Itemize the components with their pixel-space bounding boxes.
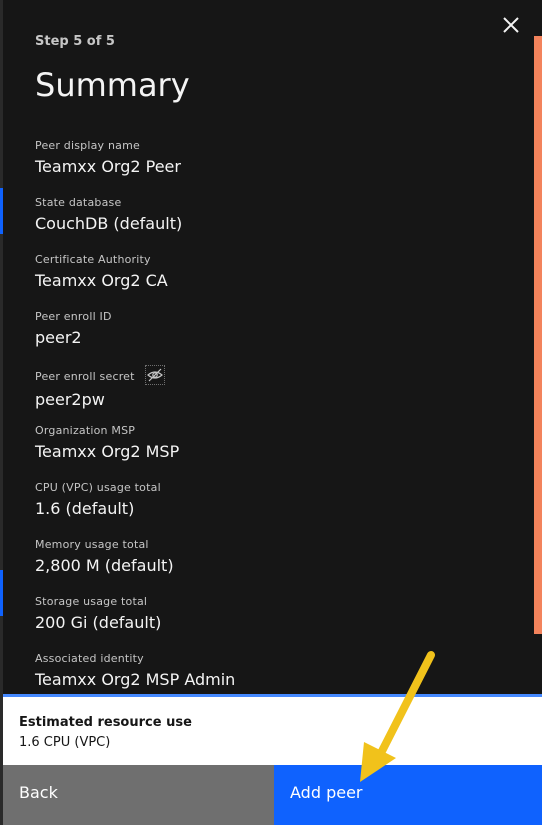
field-value: Teamxx Org2 MSP xyxy=(35,442,180,461)
field-cpu-usage: CPU (VPC) usage total 1.6 (default) xyxy=(35,481,161,518)
field-label: CPU (VPC) usage total xyxy=(35,481,161,494)
field-value: Teamxx Org2 CA xyxy=(35,271,168,290)
field-associated-identity: Associated identity Teamxx Org2 MSP Admi… xyxy=(35,652,235,689)
field-value: 200 Gi (default) xyxy=(35,613,162,632)
field-peer-enroll-id: Peer enroll ID peer2 xyxy=(35,310,112,347)
field-label: Storage usage total xyxy=(35,595,148,608)
estimate-value: 1.6 CPU (VPC) xyxy=(19,735,111,750)
field-value: Teamxx Org2 MSP Admin xyxy=(35,670,236,689)
scrollbar-thumb[interactable] xyxy=(534,36,542,634)
field-label: Peer enroll secret xyxy=(35,365,165,387)
field-value: peer2 xyxy=(35,328,82,347)
field-value: peer2pw xyxy=(35,390,105,409)
add-peer-button[interactable]: Add peer xyxy=(274,765,542,825)
field-label: Organization MSP xyxy=(35,424,136,437)
field-label-text: Peer enroll secret xyxy=(35,370,135,383)
page-title: Summary xyxy=(35,66,190,104)
eye-slash-icon xyxy=(146,368,163,382)
field-value: CouchDB (default) xyxy=(35,214,183,233)
estimated-resource-panel: Estimated resource use 1.6 CPU (VPC) xyxy=(3,694,542,765)
field-value: 1.6 (default) xyxy=(35,499,135,518)
field-peer-enroll-secret: Peer enroll secret peer2pw xyxy=(35,365,165,409)
estimate-title: Estimated resource use xyxy=(19,715,192,730)
close-button[interactable] xyxy=(496,10,526,40)
field-state-database: State database CouchDB (default) xyxy=(35,196,182,233)
field-certificate-authority: Certificate Authority Teamxx Org2 CA xyxy=(35,253,168,290)
back-button[interactable]: Back xyxy=(3,765,274,825)
step-indicator: Step 5 of 5 xyxy=(35,34,115,49)
field-label: Peer display name xyxy=(35,139,140,152)
field-value: 2,800 M (default) xyxy=(35,556,174,575)
toggle-secret-visibility-button[interactable] xyxy=(144,365,165,385)
field-label: Peer enroll ID xyxy=(35,310,112,323)
field-storage-usage: Storage usage total 200 Gi (default) xyxy=(35,595,161,632)
field-peer-display-name: Peer display name Teamxx Org2 Peer xyxy=(35,139,181,176)
field-memory-usage: Memory usage total 2,800 M (default) xyxy=(35,538,174,575)
field-label: Associated identity xyxy=(35,652,144,665)
field-label: Certificate Authority xyxy=(35,253,151,266)
field-label: State database xyxy=(35,196,122,209)
close-icon xyxy=(503,17,519,33)
field-value: Teamxx Org2 Peer xyxy=(35,157,181,176)
field-organization-msp: Organization MSP Teamxx Org2 MSP xyxy=(35,424,179,461)
field-label: Memory usage total xyxy=(35,538,149,551)
